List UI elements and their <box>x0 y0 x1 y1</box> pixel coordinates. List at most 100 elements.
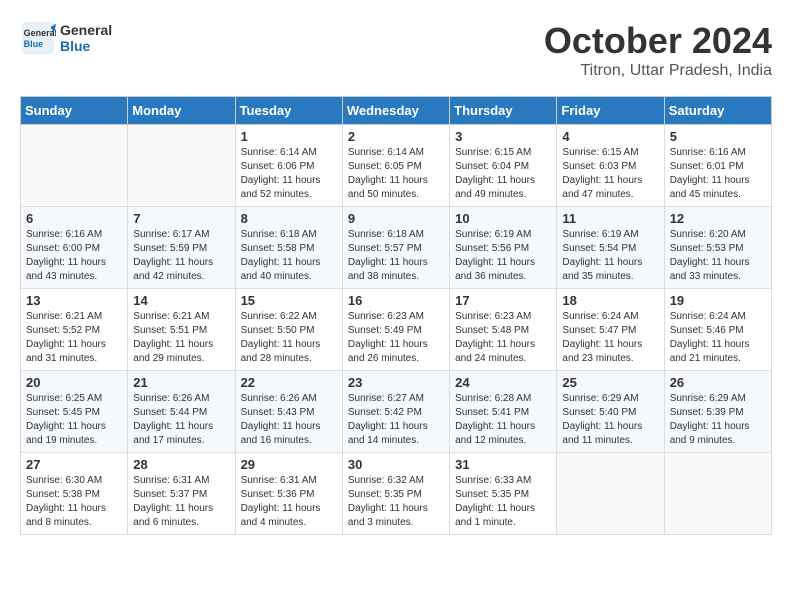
day-info-line: Sunset: 5:54 PM <box>562 242 658 256</box>
day-number: 22 <box>241 375 337 390</box>
day-info-line: Daylight: 11 hours and 42 minutes. <box>133 256 229 284</box>
day-info-line: Sunrise: 6:19 AM <box>455 228 551 242</box>
week-row-3: 13 Sunrise: 6:21 AMSunset: 5:52 PMDayligh… <box>21 289 772 371</box>
day-info-line: Sunrise: 6:22 AM <box>241 310 337 324</box>
day-number: 13 <box>26 293 122 308</box>
calendar-cell <box>557 453 664 535</box>
day-number: 7 <box>133 211 229 226</box>
calendar-cell: 20Sunrise: 6:25 AMSunset: 5:45 PMDayligh… <box>21 371 128 453</box>
day-header-saturday: Saturday <box>664 97 771 125</box>
day-info-line: Sunrise: 6:18 AM <box>241 228 337 242</box>
calendar-cell: 2Sunrise: 6:14 AMSunset: 6:05 PMDaylight… <box>342 125 449 207</box>
day-info-line: Sunset: 5:38 PM <box>26 488 122 502</box>
title-area: October 2024 Titron, Uttar Pradesh, Indi… <box>544 20 772 80</box>
day-info-line: Sunset: 6:03 PM <box>562 160 658 174</box>
day-info-line: Daylight: 11 hours and 28 minutes. <box>241 338 337 366</box>
day-info: Sunrise: 6:31 AMSunset: 5:37 PMDaylight:… <box>133 474 229 530</box>
day-info-line: Daylight: 11 hours and 24 minutes. <box>455 338 551 366</box>
day-info-line: Daylight: 11 hours and 40 minutes. <box>241 256 337 284</box>
calendar-cell <box>664 453 771 535</box>
day-info-line: Daylight: 11 hours and 8 minutes. <box>26 502 122 530</box>
day-info-line: Sunset: 6:04 PM <box>455 160 551 174</box>
day-info-line: Daylight: 11 hours and 23 minutes. <box>562 338 658 366</box>
svg-text:General: General <box>24 28 56 38</box>
calendar-cell: 15Sunrise: 6:22 AMSunset: 5:50 PMDayligh… <box>235 289 342 371</box>
day-header-tuesday: Tuesday <box>235 97 342 125</box>
day-info-line: Daylight: 11 hours and 26 minutes. <box>348 338 444 366</box>
day-info: Sunrise: 6:33 AMSunset: 5:35 PMDaylight:… <box>455 474 551 530</box>
calendar-table: SundayMondayTuesdayWednesdayThursdayFrid… <box>20 96 772 535</box>
day-number: 23 <box>348 375 444 390</box>
day-number: 19 <box>670 293 766 308</box>
day-number: 2 <box>348 129 444 144</box>
day-info-line: Sunrise: 6:24 AM <box>562 310 658 324</box>
day-number: 18 <box>562 293 658 308</box>
day-info-line: Daylight: 11 hours and 49 minutes. <box>455 174 551 202</box>
day-header-thursday: Thursday <box>450 97 557 125</box>
day-number: 31 <box>455 457 551 472</box>
day-info: Sunrise: 6:14 AMSunset: 6:06 PMDaylight:… <box>241 146 337 202</box>
day-number: 3 <box>455 129 551 144</box>
day-info-line: Daylight: 11 hours and 4 minutes. <box>241 502 337 530</box>
day-info: Sunrise: 6:21 AMSunset: 5:51 PMDaylight:… <box>133 310 229 366</box>
day-info: Sunrise: 6:31 AMSunset: 5:36 PMDaylight:… <box>241 474 337 530</box>
day-info-line: Sunset: 5:47 PM <box>562 324 658 338</box>
day-info: Sunrise: 6:21 AMSunset: 5:52 PMDaylight:… <box>26 310 122 366</box>
day-number: 11 <box>562 211 658 226</box>
calendar-cell: 4Sunrise: 6:15 AMSunset: 6:03 PMDaylight… <box>557 125 664 207</box>
calendar-cell: 27 Sunrise: 6:30 AMSunset: 5:38 PMDayligh… <box>21 453 128 535</box>
calendar-cell: 11 Sunrise: 6:19 AMSunset: 5:54 PMDayligh… <box>557 207 664 289</box>
day-info-line: Sunrise: 6:33 AM <box>455 474 551 488</box>
calendar-cell: 28 Sunrise: 6:31 AMSunset: 5:37 PMDayligh… <box>128 453 235 535</box>
day-number: 27 <box>26 457 122 472</box>
day-info-line: Sunrise: 6:25 AM <box>26 392 122 406</box>
svg-text:Blue: Blue <box>24 39 44 49</box>
day-info: Sunrise: 6:30 AMSunset: 5:38 PMDaylight:… <box>26 474 122 530</box>
month-title: October 2024 <box>544 20 772 62</box>
day-info-line: Sunrise: 6:29 AM <box>670 392 766 406</box>
day-info-line: Sunset: 5:59 PM <box>133 242 229 256</box>
day-info-line: Daylight: 11 hours and 47 minutes. <box>562 174 658 202</box>
day-number: 28 <box>133 457 229 472</box>
day-info-line: Daylight: 11 hours and 21 minutes. <box>670 338 766 366</box>
calendar-cell: 5Sunrise: 6:16 AMSunset: 6:01 PMDaylight… <box>664 125 771 207</box>
day-info-line: Daylight: 11 hours and 19 minutes. <box>26 420 122 448</box>
day-info-line: Daylight: 11 hours and 35 minutes. <box>562 256 658 284</box>
day-info: Sunrise: 6:16 AMSunset: 6:00 PMDaylight:… <box>26 228 122 284</box>
day-info-line: Sunset: 5:46 PM <box>670 324 766 338</box>
day-header-sunday: Sunday <box>21 97 128 125</box>
day-info-line: Sunrise: 6:16 AM <box>26 228 122 242</box>
day-info: Sunrise: 6:32 AMSunset: 5:35 PMDaylight:… <box>348 474 444 530</box>
day-header-monday: Monday <box>128 97 235 125</box>
calendar-cell: 24Sunrise: 6:28 AMSunset: 5:41 PMDayligh… <box>450 371 557 453</box>
day-info-line: Sunrise: 6:28 AM <box>455 392 551 406</box>
day-info-line: Sunrise: 6:19 AM <box>562 228 658 242</box>
day-number: 29 <box>241 457 337 472</box>
day-header-friday: Friday <box>557 97 664 125</box>
week-row-4: 20Sunrise: 6:25 AMSunset: 5:45 PMDayligh… <box>21 371 772 453</box>
day-info-line: Sunset: 5:58 PM <box>241 242 337 256</box>
day-info: Sunrise: 6:24 AMSunset: 5:46 PMDaylight:… <box>670 310 766 366</box>
day-info-line: Daylight: 11 hours and 29 minutes. <box>133 338 229 366</box>
day-info-line: Sunrise: 6:20 AM <box>670 228 766 242</box>
calendar-cell: 14Sunrise: 6:21 AMSunset: 5:51 PMDayligh… <box>128 289 235 371</box>
day-info-line: Daylight: 11 hours and 31 minutes. <box>26 338 122 366</box>
day-info-line: Daylight: 11 hours and 43 minutes. <box>26 256 122 284</box>
day-info: Sunrise: 6:17 AMSunset: 5:59 PMDaylight:… <box>133 228 229 284</box>
logo-line1: General <box>60 22 112 38</box>
day-number: 5 <box>670 129 766 144</box>
day-info-line: Daylight: 11 hours and 6 minutes. <box>133 502 229 530</box>
day-number: 17 <box>455 293 551 308</box>
day-info-line: Sunrise: 6:14 AM <box>241 146 337 160</box>
day-info-line: Sunset: 5:35 PM <box>348 488 444 502</box>
day-info-line: Sunset: 5:57 PM <box>348 242 444 256</box>
day-info-line: Daylight: 11 hours and 12 minutes. <box>455 420 551 448</box>
day-info-line: Sunset: 5:52 PM <box>26 324 122 338</box>
calendar-cell: 21Sunrise: 6:26 AMSunset: 5:44 PMDayligh… <box>128 371 235 453</box>
day-info-line: Sunset: 5:53 PM <box>670 242 766 256</box>
day-info-line: Sunset: 6:06 PM <box>241 160 337 174</box>
calendar-body: 1Sunrise: 6:14 AMSunset: 6:06 PMDaylight… <box>21 125 772 535</box>
day-header-wednesday: Wednesday <box>342 97 449 125</box>
day-info: Sunrise: 6:19 AMSunset: 5:56 PMDaylight:… <box>455 228 551 284</box>
day-info-line: Sunset: 5:35 PM <box>455 488 551 502</box>
